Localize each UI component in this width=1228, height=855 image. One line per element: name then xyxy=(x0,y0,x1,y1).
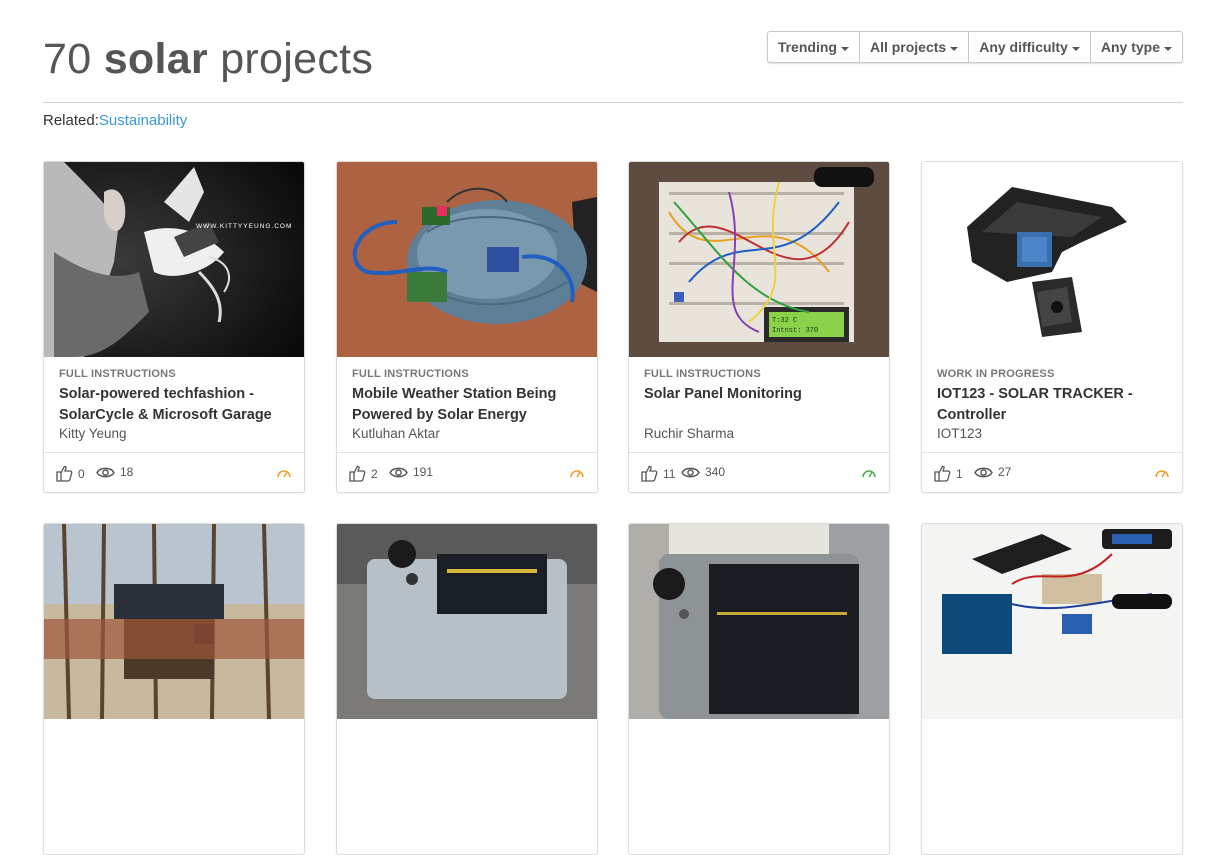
respect-stat[interactable]: 0 xyxy=(56,465,85,482)
project-title[interactable]: IOT123 - SOLAR TRACKER - Controller xyxy=(937,384,1169,426)
gauge-icon xyxy=(277,470,291,478)
project-card[interactable] xyxy=(336,523,598,855)
card-footer: 2 191 xyxy=(337,452,597,492)
status-indicator xyxy=(569,466,585,484)
project-kind: FULL INSTRUCTIONS xyxy=(644,368,761,380)
views-stat: 191 xyxy=(389,465,433,479)
type-label: Any type xyxy=(1100,39,1160,55)
title-suffix: projects xyxy=(220,35,374,83)
project-author[interactable]: IOT123 xyxy=(937,426,982,441)
sort-label: Trending xyxy=(777,39,837,55)
project-author[interactable]: Kutluhan Aktar xyxy=(352,426,440,441)
views-count: 340 xyxy=(705,465,726,479)
gauge-icon xyxy=(862,470,876,478)
views-stat: 27 xyxy=(974,465,1011,479)
page: 70 solar projects Trending All projects … xyxy=(43,0,1183,855)
project-title[interactable]: Mobile Weather Station Being Powered by … xyxy=(352,384,584,426)
thumbs-up-icon xyxy=(56,465,73,482)
likes-count: 0 xyxy=(78,466,85,481)
related-tags: Related:Sustainability xyxy=(43,112,187,129)
project-count: 70 xyxy=(43,35,92,83)
status-indicator xyxy=(1154,466,1170,484)
caret-down-icon xyxy=(1164,46,1172,51)
project-thumbnail[interactable]: T:32 C Intnst: 370 xyxy=(629,162,889,357)
views-count: 27 xyxy=(998,465,1012,479)
related-label: Related: xyxy=(43,112,99,129)
card-footer: 11 340 xyxy=(629,452,889,492)
page-title: 70 solar projects xyxy=(43,34,373,84)
project-thumbnail[interactable] xyxy=(337,524,597,719)
views-stat: 18 xyxy=(96,465,133,479)
respect-stat[interactable]: 2 xyxy=(349,465,378,482)
card-footer: 0 18 xyxy=(44,452,304,492)
project-card[interactable]: WORK IN PROGRESS IOT123 - SOLAR TRACKER … xyxy=(921,161,1183,493)
project-kind: WORK IN PROGRESS xyxy=(937,368,1055,380)
views-count: 18 xyxy=(120,465,134,479)
views-count: 191 xyxy=(413,465,434,479)
difficulty-dropdown[interactable]: Any difficulty xyxy=(969,32,1091,62)
project-kind: FULL INSTRUCTIONS xyxy=(59,368,176,380)
project-thumbnail[interactable] xyxy=(629,524,889,719)
gauge-icon xyxy=(1155,470,1169,478)
project-author[interactable]: Kitty Yeung xyxy=(59,426,127,441)
search-keyword: solar xyxy=(103,35,208,83)
sort-dropdown[interactable]: Trending xyxy=(768,32,860,62)
likes-count: 11 xyxy=(663,466,676,481)
project-author[interactable]: Ruchir Sharma xyxy=(644,426,734,441)
thumbs-up-icon xyxy=(641,465,658,482)
type-dropdown[interactable]: Any type xyxy=(1091,32,1182,62)
project-thumbnail[interactable]: WWW.KITTYYEUNG.COM xyxy=(44,162,304,357)
filter-bar: Trending All projects Any difficulty Any… xyxy=(766,31,1183,63)
caret-down-icon xyxy=(950,46,959,51)
project-card[interactable]: FULL INSTRUCTIONS Mobile Weather Station… xyxy=(336,161,598,493)
lcd-line-1: T:32 C xyxy=(772,317,797,325)
watermark-text: WWW.KITTYYEUNG.COM xyxy=(196,223,292,230)
project-thumbnail[interactable] xyxy=(44,524,304,719)
project-thumbnail[interactable] xyxy=(922,524,1182,719)
likes-count: 1 xyxy=(956,466,963,481)
thumbs-up-icon xyxy=(934,465,951,482)
project-card[interactable] xyxy=(43,523,305,855)
status-indicator xyxy=(276,466,292,484)
views-stat: 340 xyxy=(681,465,725,479)
related-link-sustainability[interactable]: Sustainability xyxy=(99,112,187,129)
project-thumbnail[interactable] xyxy=(922,162,1182,357)
thumbs-up-icon xyxy=(349,465,366,482)
project-card[interactable] xyxy=(921,523,1183,855)
project-thumbnail[interactable] xyxy=(337,162,597,357)
project-card[interactable]: WWW.KITTYYEUNG.COM FULL INSTRUCTIONS Sol… xyxy=(43,161,305,493)
respect-stat[interactable]: 11 xyxy=(641,465,675,482)
card-footer: 1 27 xyxy=(922,452,1182,492)
project-title[interactable]: Solar Panel Monitoring xyxy=(644,384,876,405)
eye-icon xyxy=(974,467,993,477)
project-kind: FULL INSTRUCTIONS xyxy=(352,368,469,380)
project-card[interactable]: T:32 C Intnst: 370 FULL INSTRUCTIONS Sol… xyxy=(628,161,890,493)
respect-stat[interactable]: 1 xyxy=(934,465,963,482)
gauge-icon xyxy=(570,470,584,478)
difficulty-label: Any difficulty xyxy=(979,39,1068,55)
project-type-dropdown[interactable]: All projects xyxy=(860,32,970,62)
status-indicator xyxy=(861,466,877,484)
project-type-label: All projects xyxy=(869,39,947,55)
header: 70 solar projects Trending All projects … xyxy=(43,0,1183,103)
caret-down-icon xyxy=(840,46,849,51)
lcd-line-2: Intnst: 370 xyxy=(772,327,818,335)
eye-icon xyxy=(389,467,408,477)
caret-down-icon xyxy=(1071,46,1080,51)
project-title[interactable]: Solar-powered techfashion - SolarCycle &… xyxy=(59,384,291,426)
eye-icon xyxy=(96,467,115,477)
likes-count: 2 xyxy=(371,466,378,481)
project-card[interactable] xyxy=(628,523,890,855)
eye-icon xyxy=(681,467,700,477)
